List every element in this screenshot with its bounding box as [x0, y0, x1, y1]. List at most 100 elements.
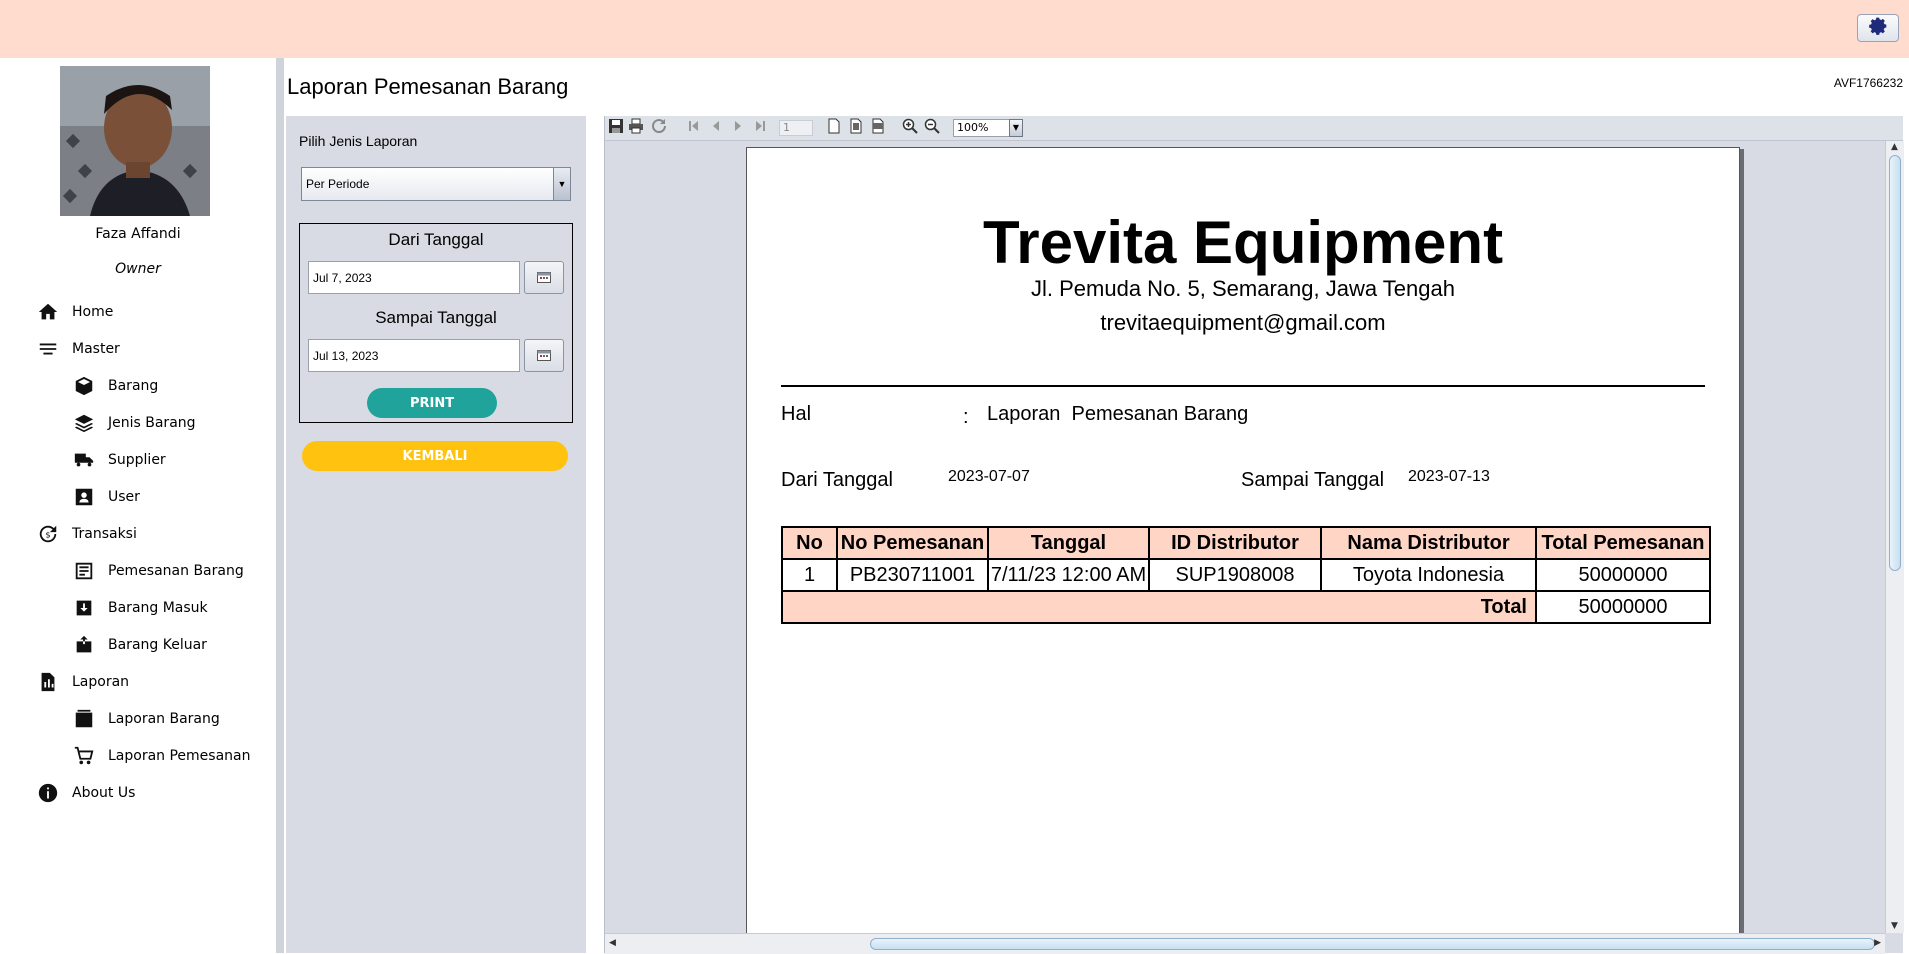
- nav-pemesanan-barang[interactable]: Pemesanan Barang: [72, 556, 244, 586]
- nav-jenis-barang[interactable]: Jenis Barang: [72, 408, 196, 438]
- filter-panel: Pilih Jenis Laporan Per Periode ▼ Dari T…: [286, 116, 586, 953]
- nav-transaksi-label: Transaksi: [72, 526, 137, 542]
- report-type-value: Per Periode: [306, 177, 370, 191]
- from-date-picker-button[interactable]: [524, 261, 564, 294]
- to-date-picker-button[interactable]: [524, 339, 564, 372]
- session-code: AVF1766232: [1833, 76, 1903, 90]
- nav-master[interactable]: Master: [36, 334, 120, 364]
- home-icon: [36, 300, 60, 324]
- scroll-left-icon[interactable]: ◀: [609, 938, 616, 948]
- date-range-box: Dari Tanggal Jul 7, 2023 Sampai Tanggal …: [299, 223, 573, 423]
- exchange-icon: $: [36, 522, 60, 546]
- report-from-label: Dari Tanggal: [781, 469, 893, 491]
- user-card-icon: [72, 485, 96, 509]
- nav-user[interactable]: User: [72, 482, 140, 512]
- chevron-down-icon[interactable]: ▼: [1009, 119, 1023, 137]
- report-icon: [36, 670, 60, 694]
- fit-page-button[interactable]: [847, 118, 865, 138]
- nav-laporan-pemesanan[interactable]: Laporan Pemesanan: [72, 741, 251, 771]
- nav-master-label: Master: [72, 341, 120, 357]
- nav-laporan[interactable]: Laporan: [36, 667, 129, 697]
- table-header-row: No No Pemesanan Tanggal ID Distributor N…: [781, 526, 1711, 560]
- nav-barang[interactable]: Barang: [72, 371, 158, 401]
- total-value: 50000000: [1535, 590, 1711, 624]
- zoom-value: 100%: [957, 121, 989, 134]
- main-content: Laporan Pemesanan Barang AVF1766232 Pili…: [284, 58, 1909, 954]
- nav-transaksi[interactable]: $ Transaksi: [36, 519, 137, 549]
- nav-barang-label: Barang: [108, 378, 159, 394]
- from-date-title: Dari Tanggal: [388, 230, 484, 249]
- chevron-down-icon[interactable]: ▼: [553, 168, 570, 200]
- nav-laporan-barang[interactable]: Laporan Barang: [72, 704, 220, 734]
- settings-button[interactable]: [1857, 14, 1899, 42]
- actual-size-button[interactable]: [825, 118, 843, 138]
- truck-icon: [72, 448, 96, 472]
- page-icon: [826, 118, 842, 138]
- info-icon: [36, 781, 60, 805]
- refresh-icon: [651, 118, 667, 138]
- viewer-toolbar: 1 100% ▼: [605, 116, 1903, 141]
- user-name: Faza Affandi: [95, 226, 181, 242]
- table-total-row: Total 50000000: [781, 590, 1711, 624]
- nav-about-us[interactable]: About Us: [36, 778, 135, 808]
- layers-icon: [72, 411, 96, 435]
- inbox-in-icon: [72, 596, 96, 620]
- nav-laporan-pemesanan-label: Laporan Pemesanan: [108, 748, 251, 764]
- horizontal-scroll-thumb[interactable]: [870, 938, 1875, 950]
- zoom-select[interactable]: 100% ▼: [953, 119, 1023, 137]
- table-row: 1 PB230711001 7/11/23 12:00 AM SUP190800…: [781, 558, 1711, 592]
- scroll-right-icon[interactable]: ▶: [1874, 938, 1881, 948]
- nav-jenis-barang-label: Jenis Barang: [108, 415, 196, 431]
- zoom-in-icon: [902, 118, 918, 138]
- calendar-icon: [537, 268, 551, 287]
- previous-page-button[interactable]: [707, 119, 725, 137]
- nav-laporan-barang-label: Laporan Barang: [108, 711, 220, 727]
- page-number-field[interactable]: 1: [779, 120, 813, 136]
- from-date-field[interactable]: Jul 7, 2023: [308, 261, 520, 294]
- print-button[interactable]: PRINT: [367, 388, 497, 418]
- nav-home[interactable]: Home: [36, 297, 113, 327]
- box-icon: [72, 374, 96, 398]
- nav-user-label: User: [108, 489, 140, 505]
- to-date-field[interactable]: Jul 13, 2023: [308, 339, 520, 372]
- zoom-in-button[interactable]: [901, 118, 919, 138]
- save-icon: [608, 118, 624, 138]
- report-to-label: Sampai Tanggal: [1241, 469, 1385, 491]
- report-hal-colon: :: [963, 406, 969, 428]
- first-page-icon: [686, 118, 702, 138]
- scroll-up-icon[interactable]: ▲: [1891, 142, 1898, 152]
- nav-supplier[interactable]: Supplier: [72, 445, 166, 475]
- nav-barang-keluar[interactable]: Barang Keluar: [72, 630, 207, 660]
- table-cell: Toyota Indonesia: [1320, 558, 1537, 592]
- nav-barang-masuk[interactable]: Barang Masuk: [72, 593, 208, 623]
- table-cell: 7/11/23 12:00 AM: [987, 558, 1150, 592]
- zoom-out-button[interactable]: [923, 118, 941, 137]
- last-page-button[interactable]: [751, 119, 769, 137]
- vertical-scrollbar[interactable]: ▲ ▼: [1885, 141, 1904, 933]
- reload-button[interactable]: [650, 119, 668, 137]
- page-title: Laporan Pemesanan Barang: [287, 74, 569, 99]
- report-address: Jl. Pemuda No. 5, Semarang, Jawa Tengah: [1031, 276, 1455, 301]
- report-type-label: Pilih Jenis Laporan: [299, 133, 418, 149]
- next-page-icon: [730, 118, 746, 138]
- report-from-value: 2023-07-07: [948, 468, 1030, 485]
- save-button[interactable]: [607, 119, 625, 137]
- fit-width-button[interactable]: [869, 118, 887, 137]
- report-type-select[interactable]: Per Periode ▼: [301, 167, 571, 201]
- back-button[interactable]: KEMBALI: [302, 441, 568, 471]
- inbox-out-icon: [72, 633, 96, 657]
- report-email: trevitaequipment@gmail.com: [1100, 310, 1386, 335]
- scroll-down-icon[interactable]: ▼: [1891, 921, 1898, 931]
- col-header: Tanggal: [987, 526, 1150, 560]
- table-cell: SUP1908008: [1148, 558, 1322, 592]
- first-page-button[interactable]: [685, 119, 703, 137]
- horizontal-scrollbar[interactable]: ◀ ▶: [605, 933, 1885, 954]
- fit-page-icon: [848, 118, 864, 138]
- last-page-icon: [752, 118, 768, 138]
- gear-icon: [1868, 16, 1888, 40]
- vertical-scroll-thumb[interactable]: [1889, 155, 1901, 571]
- report-canvas[interactable]: Trevita Equipment Jl. Pemuda No. 5, Sema…: [605, 141, 1885, 933]
- next-page-button[interactable]: [729, 119, 747, 137]
- to-date-title: Sampai Tanggal: [375, 308, 497, 327]
- print-report-button[interactable]: [627, 118, 645, 137]
